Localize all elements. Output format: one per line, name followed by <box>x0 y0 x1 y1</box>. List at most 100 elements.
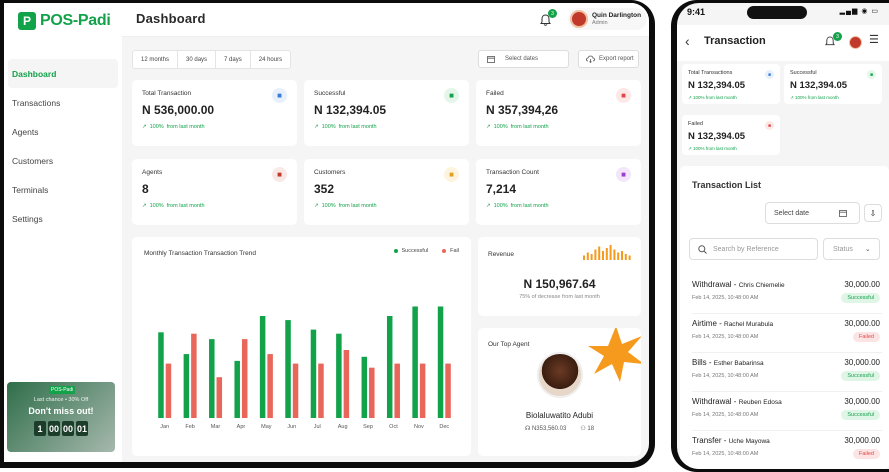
kpi-trend-pct: 100% <box>493 203 508 209</box>
sparkline-bar <box>609 245 612 260</box>
bar-fail-sep[interactable] <box>369 367 375 418</box>
trend-up-icon: ↗ <box>142 203 147 209</box>
notification-badge: 3 <box>548 9 557 18</box>
filter-7-days[interactable]: 7 days <box>216 51 251 68</box>
bar-successful-jan[interactable] <box>158 332 164 418</box>
sidebar-item-customers[interactable]: Customers <box>8 146 118 175</box>
kpi-trend-text: from last month <box>510 203 549 209</box>
sparkline-bar <box>590 254 593 260</box>
export-report-button[interactable]: Export report <box>578 50 639 68</box>
cloud-download-icon <box>586 55 595 63</box>
bar-successful-dec[interactable] <box>437 306 444 418</box>
top-agent-stats: ☊ N353,560.03 ⚇ 18 <box>478 425 641 432</box>
sidebar-item-terminals[interactable]: Terminals <box>8 175 118 204</box>
kpi-trend-text: from last month <box>338 203 377 209</box>
promo-banner[interactable]: POS-Padi Last chance • 30% Off Don't mis… <box>7 382 115 452</box>
bar-fail-jul[interactable] <box>318 363 324 418</box>
search-icon <box>698 244 707 254</box>
status-badge: Successful <box>841 293 880 303</box>
kpi-card: Successful N 132,394.05 ↗ 100% from last mon… <box>304 80 469 146</box>
search-placeholder: Search by Reference <box>713 245 779 253</box>
revenue-label: Revenue <box>488 251 515 258</box>
avatar[interactable] <box>849 36 862 49</box>
sidebar-item-settings[interactable]: Settings <box>8 204 118 233</box>
kpi-trend: ↗ 100% from last month <box>142 124 205 130</box>
transaction-row[interactable]: Transfer - Uche Mayowa 30,000.00 Feb 14, 2… <box>692 432 882 469</box>
bar-successful-may[interactable] <box>259 316 266 418</box>
select-date-label: Select date <box>774 209 810 217</box>
back-arrow-icon[interactable]: ‹ <box>685 33 690 49</box>
countdown-digit: 00 <box>48 421 60 436</box>
bar-fail-apr[interactable] <box>241 339 248 418</box>
kpi-trend-text: from last month <box>166 203 205 209</box>
sidebar-item-dashboard[interactable]: Dashboard <box>8 59 118 88</box>
kpi-trend-pct: 100% <box>149 124 164 130</box>
status-badge: Successful <box>841 371 880 381</box>
sidebar-item-transactions[interactable]: Transactions <box>8 88 118 117</box>
transaction-row[interactable]: Bills - Esther Babarinsa 30,000.00 Feb 14,… <box>692 354 882 392</box>
filter-12-months[interactable]: 12 months <box>133 51 179 68</box>
calendar-icon <box>839 210 847 217</box>
revenue-change: 75% of decrease from last month <box>519 294 600 300</box>
x-tick-label: Dec <box>439 424 449 430</box>
kpi-value: 7,214 <box>486 182 517 196</box>
logo-mark-icon: P <box>18 12 36 30</box>
transaction-amount: 30,000.00 <box>844 358 880 367</box>
select-dates-button[interactable]: Select dates <box>478 50 569 68</box>
mobile-page-title: Transaction <box>704 35 766 47</box>
top-agent-photo <box>537 352 583 398</box>
agents-icon: ■ <box>272 167 287 182</box>
bar-fail-mar[interactable] <box>216 377 223 418</box>
transaction-type: Transfer - Uche Mayowa <box>692 436 770 445</box>
bar-fail-jun[interactable] <box>292 363 299 418</box>
bar-fail-nov[interactable] <box>419 363 426 418</box>
transaction-type: Bills - Esther Babarinsa <box>692 358 764 367</box>
bar-fail-dec[interactable] <box>445 363 451 418</box>
bar-successful-oct[interactable] <box>386 316 393 418</box>
user-menu[interactable]: Quin Darlington Admin <box>568 8 648 30</box>
select-dates-label: Select dates <box>505 56 539 62</box>
filter-24-hours[interactable]: 24 hours <box>251 51 290 68</box>
sparkline-bar <box>602 251 604 260</box>
transaction-row[interactable]: Withdrawal - Reuben Edosa 30,000.00 Feb 14… <box>692 393 882 431</box>
kpi-card: Failed N 357,394,26 ↗ 100% from last month ■ <box>476 80 641 146</box>
transaction-type-label: Withdrawal <box>692 397 732 406</box>
status-icons: ▂▄▆ ◉ ▭ <box>839 8 879 15</box>
bar-successful-sep[interactable] <box>361 356 368 418</box>
summary-trend: ↗ 100% from last month <box>688 146 737 151</box>
sparkline-bar <box>628 255 631 260</box>
x-tick-label: May <box>261 424 272 430</box>
transaction-row[interactable]: Withdrawal - Chris Chiemelie 30,000.00 Feb… <box>692 276 882 314</box>
select-date-field[interactable]: Select date <box>765 202 860 224</box>
filter-30-days[interactable]: 30 days <box>178 51 217 68</box>
summary-value: N 132,394.05 <box>688 80 746 91</box>
transaction-type: Withdrawal - Chris Chiemelie <box>692 280 785 289</box>
top-agent-title: Our Top Agent <box>488 341 530 348</box>
bar-fail-may[interactable] <box>267 354 273 418</box>
top-agent-amount-stat: ☊ N353,560.03 <box>524 426 567 432</box>
bar-successful-nov[interactable] <box>412 306 418 418</box>
transaction-customer: Reuben Edosa <box>738 399 782 406</box>
transaction-row[interactable]: Airtime - Rachel Murabula 30,000.00 Feb 14… <box>692 315 882 353</box>
wallet-icon: ■ <box>765 121 774 130</box>
kpi-trend-text: from last month <box>338 124 377 130</box>
search-input[interactable]: Search by Reference <box>689 238 818 260</box>
kpi-card: Total Transaction N 536,000.00 ↗ 100% from l… <box>132 80 297 146</box>
mobile-summary-card: Total Transactions N 132,394.05 ↗ 100% fro… <box>682 64 780 104</box>
top-agent-name: Biolaluwatito Adubi <box>525 411 594 420</box>
brand-logo[interactable]: P POS-Padi <box>18 12 111 30</box>
bar-successful-feb[interactable] <box>183 354 190 418</box>
bar-successful-apr[interactable] <box>234 360 240 418</box>
bar-successful-mar[interactable] <box>209 339 215 418</box>
bar-successful-jul[interactable] <box>310 329 317 418</box>
bar-fail-jan[interactable] <box>165 363 172 418</box>
bar-successful-jun[interactable] <box>285 320 291 418</box>
cloud-download-icon[interactable]: ⇩ <box>864 204 882 222</box>
hamburger-menu-icon[interactable]: ☰ <box>869 33 879 46</box>
bar-fail-oct[interactable] <box>394 363 400 418</box>
bar-fail-aug[interactable] <box>343 350 350 418</box>
bar-fail-feb[interactable] <box>191 333 197 418</box>
status-dropdown[interactable]: Status ⌄ <box>823 238 880 260</box>
bar-successful-aug[interactable] <box>336 333 342 418</box>
sidebar-item-agents[interactable]: Agents <box>8 117 118 146</box>
